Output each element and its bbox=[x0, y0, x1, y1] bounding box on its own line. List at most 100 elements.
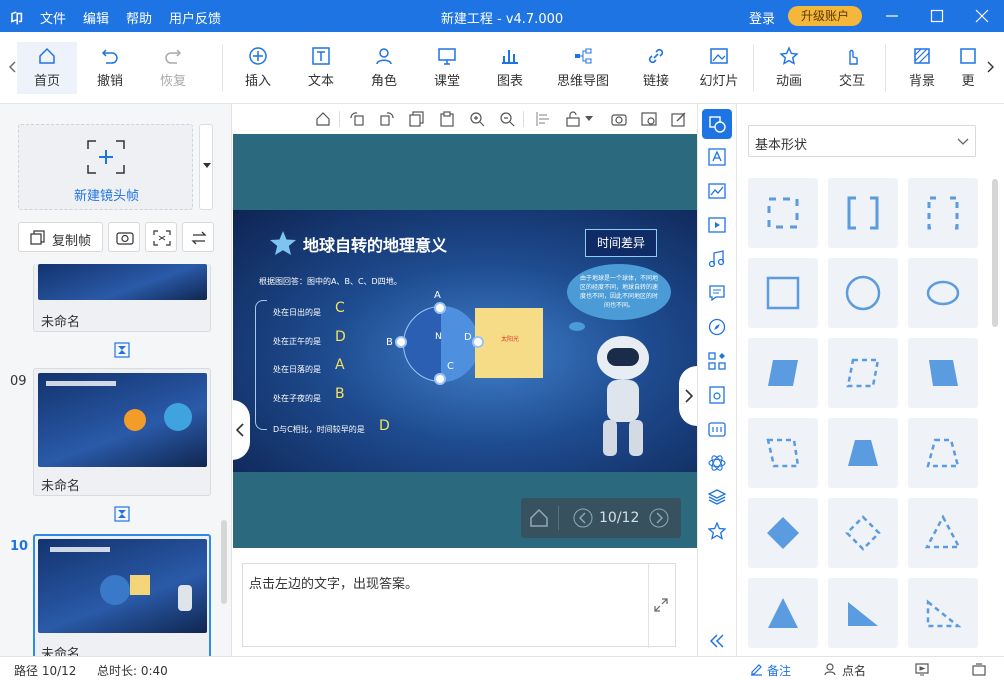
camera-icon[interactable] bbox=[611, 111, 627, 127]
handle-dot[interactable] bbox=[472, 336, 484, 348]
shape-dashed-parallelogram[interactable] bbox=[828, 338, 898, 408]
shape-dashed-rect[interactable] bbox=[748, 178, 818, 248]
shape-diamond[interactable] bbox=[748, 498, 818, 568]
image-chart-icon[interactable] bbox=[708, 182, 726, 200]
toolbar-chart[interactable]: 图表 bbox=[480, 46, 540, 89]
zoom-out-icon[interactable] bbox=[499, 111, 515, 127]
notes-text[interactable]: 点击左边的文字，出现答案。 bbox=[249, 573, 418, 592]
shape-trapezoid[interactable] bbox=[828, 418, 898, 488]
login-link[interactable]: 登录 bbox=[749, 8, 775, 27]
preview-icon[interactable] bbox=[915, 663, 929, 676]
lock-icon[interactable] bbox=[565, 111, 581, 127]
frame-thumbnail[interactable]: 未命名 bbox=[33, 368, 211, 496]
shapes-tool-active[interactable] bbox=[702, 109, 732, 139]
shape-right-triangle[interactable] bbox=[828, 578, 898, 648]
shape-parallelogram[interactable] bbox=[748, 338, 818, 408]
prev-slide-icon[interactable] bbox=[573, 508, 593, 528]
align-icon[interactable] bbox=[535, 111, 551, 127]
screen-settings-icon[interactable] bbox=[641, 111, 657, 127]
shape-triangle[interactable] bbox=[748, 578, 818, 648]
shape-circle-outline[interactable] bbox=[828, 258, 898, 328]
frame-thumbnail-selected[interactable]: 未命名 bbox=[33, 534, 211, 656]
compass-icon[interactable] bbox=[708, 318, 726, 336]
handle-dot[interactable] bbox=[434, 373, 446, 385]
collapse-left-panel[interactable] bbox=[232, 400, 250, 460]
question-1[interactable]: 处在日出的是 bbox=[273, 307, 321, 318]
atom-icon[interactable] bbox=[708, 454, 726, 472]
shapes-scrollbar[interactable] bbox=[992, 179, 998, 327]
shape-dashed-diamond[interactable] bbox=[828, 498, 898, 568]
fullscreen-icon[interactable] bbox=[972, 663, 986, 676]
collapse-double-left-icon[interactable] bbox=[708, 632, 726, 650]
edit-icon[interactable] bbox=[671, 111, 687, 127]
toolbar-slideshow[interactable]: 幻灯片 bbox=[689, 46, 749, 89]
new-frame-dropdown[interactable] bbox=[199, 124, 213, 210]
paste-icon[interactable] bbox=[439, 111, 455, 127]
toolbar-redo[interactable]: 恢复 bbox=[143, 46, 203, 89]
slide[interactable]: 地球自转的地理意义 时间差异 根据图回答：图中的A、B、C、D四地。 处在日出的… bbox=[233, 210, 697, 472]
question-5[interactable]: D与C相比，时间较早的是 bbox=[273, 424, 365, 435]
rollcall-tab[interactable]: 点名 bbox=[842, 662, 866, 679]
notes-tab[interactable]: 备注 bbox=[767, 662, 791, 679]
layers-icon[interactable] bbox=[708, 488, 726, 506]
toolbar-interact[interactable]: 交互 bbox=[822, 46, 882, 89]
question-2[interactable]: 处在正午的是 bbox=[273, 336, 321, 347]
copy-icon[interactable] bbox=[409, 111, 425, 127]
canvas-stage[interactable]: 地球自转的地理意义 时间差异 根据图回答：图中的A、B、C、D四地。 处在日出的… bbox=[233, 134, 697, 548]
bilibili-icon[interactable] bbox=[708, 420, 726, 438]
transition-icon[interactable] bbox=[114, 506, 130, 522]
comment-icon[interactable] bbox=[708, 284, 726, 302]
toolbar-background[interactable]: 背景 bbox=[892, 46, 952, 89]
upgrade-button[interactable]: 升级账户 bbox=[788, 6, 862, 26]
favorite-star-icon[interactable] bbox=[708, 522, 726, 540]
next-slide-icon[interactable] bbox=[649, 508, 669, 528]
home-icon[interactable] bbox=[529, 508, 549, 528]
caret-down-icon[interactable] bbox=[585, 116, 593, 122]
notes-box[interactable]: 点击左边的文字，出现答案。 bbox=[242, 563, 676, 648]
toolbar-mindmap[interactable]: 思维导图 bbox=[552, 46, 614, 89]
shape-dashed-triangle[interactable] bbox=[908, 498, 978, 568]
toolbar-undo[interactable]: 撤销 bbox=[80, 46, 140, 89]
minimize-icon[interactable] bbox=[885, 9, 899, 23]
copy-frame-button[interactable]: 复制帧 bbox=[18, 222, 103, 252]
new-frame-button[interactable]: 新建镜头帧 bbox=[18, 124, 193, 210]
fit-frame-button[interactable] bbox=[145, 222, 177, 252]
time-diff-box[interactable]: 时间差异 bbox=[585, 229, 657, 257]
shape-dashed-bracket[interactable] bbox=[908, 178, 978, 248]
shape-ellipse-outline[interactable] bbox=[908, 258, 978, 328]
close-icon[interactable] bbox=[975, 9, 989, 23]
handle-dot[interactable] bbox=[395, 336, 407, 348]
shape-category-select[interactable]: 基本形状 bbox=[748, 125, 976, 157]
formula-icon[interactable] bbox=[708, 386, 726, 404]
toolbar-text[interactable]: 文本 bbox=[291, 46, 351, 89]
shape-dashed-trapezoid-2[interactable] bbox=[908, 418, 978, 488]
toolbar-more[interactable]: 更 bbox=[955, 46, 981, 89]
shape-bracket[interactable] bbox=[828, 178, 898, 248]
widgets-icon[interactable] bbox=[708, 352, 726, 370]
toolbar-link[interactable]: 链接 bbox=[626, 46, 686, 89]
zoom-in-icon[interactable] bbox=[469, 111, 485, 127]
rotate-right-icon[interactable] bbox=[379, 111, 395, 127]
rotate-left-icon[interactable] bbox=[349, 111, 365, 127]
capture-button[interactable] bbox=[108, 222, 140, 252]
expand-icon[interactable] bbox=[654, 598, 668, 612]
shape-dashed-right-triangle[interactable] bbox=[908, 578, 978, 648]
frame-scrollbar[interactable] bbox=[221, 520, 227, 604]
frame-thumbnail[interactable]: 未命名 bbox=[33, 264, 211, 332]
scroll-right-icon[interactable] bbox=[985, 60, 995, 74]
collapse-right-panel[interactable] bbox=[679, 366, 697, 426]
toolbar-home[interactable]: 首页 bbox=[17, 42, 77, 94]
home-view-icon[interactable] bbox=[315, 111, 331, 127]
question-3[interactable]: 处在日落的是 bbox=[273, 364, 321, 375]
maximize-icon[interactable] bbox=[930, 9, 944, 23]
shape-square-outline[interactable] bbox=[748, 258, 818, 328]
toolbar-animation[interactable]: 动画 bbox=[759, 46, 819, 89]
shape-trapezoid-right[interactable] bbox=[908, 338, 978, 408]
toolbar-insert[interactable]: 插入 bbox=[228, 46, 288, 89]
toolbar-classroom[interactable]: 课堂 bbox=[417, 46, 477, 89]
toolbar-role[interactable]: 角色 bbox=[354, 46, 414, 89]
video-icon[interactable] bbox=[708, 216, 726, 234]
swap-frame-button[interactable] bbox=[182, 222, 214, 252]
text-box-icon[interactable] bbox=[708, 148, 726, 166]
handle-dot[interactable] bbox=[434, 302, 446, 314]
